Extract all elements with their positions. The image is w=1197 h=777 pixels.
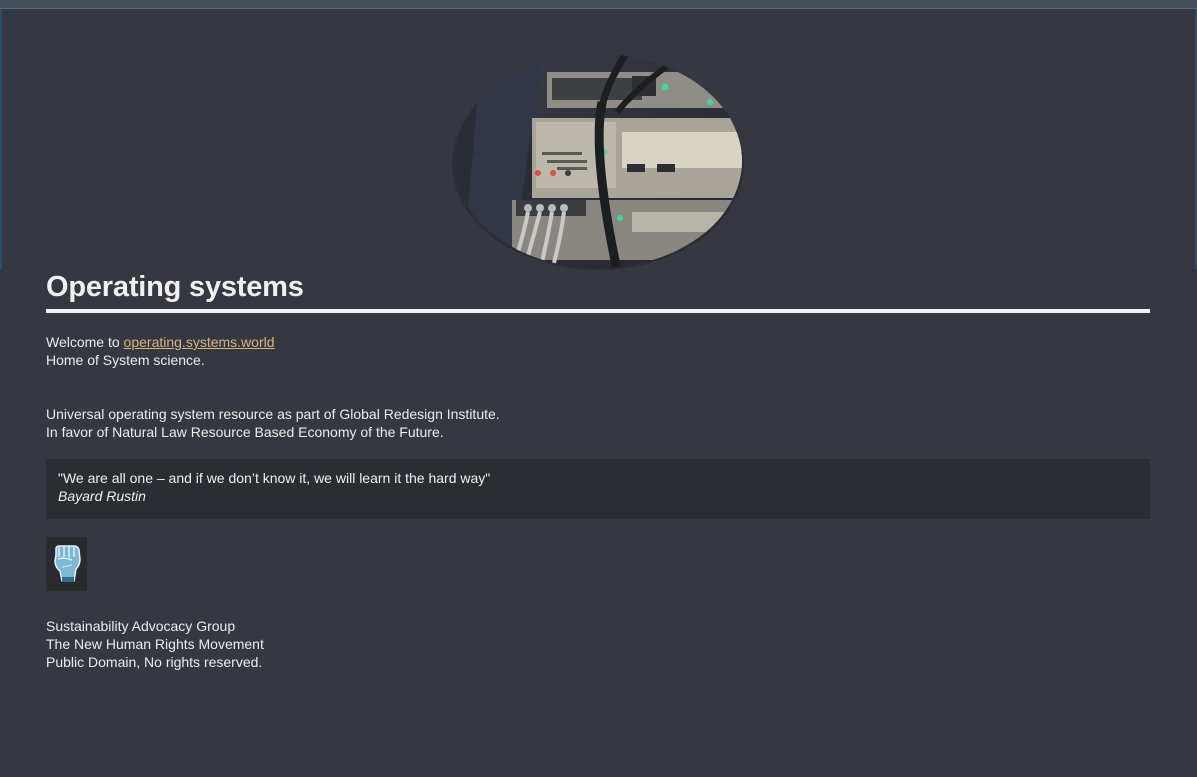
welcome-section: Welcome to operating.systems.world Home … [46,333,1150,369]
left-edge-accent [0,9,2,269]
footer-line-2: The New Human Rights Movement [46,636,264,652]
welcome-prefix: Welcome to [46,334,124,350]
tagline: Home of System science. [46,352,205,368]
footer-line-1: Sustainability Advocacy Group [46,618,236,634]
quote-author: Bayard Rustin [58,488,146,504]
top-bar [0,0,1197,9]
title-divider [46,309,1150,313]
about-section: Universal operating system resource as p… [46,405,1150,441]
quote-text: "We are all one – and if we don’t know i… [58,470,491,486]
page-title: Operating systems [46,271,304,303]
main-content: Operating systems Welcome to operating.s… [46,268,1150,671]
welcome-line: Welcome to operating.systems.world [46,333,1150,351]
site-link[interactable]: operating.systems.world [124,334,275,350]
badge[interactable] [46,537,87,591]
footer-line-3: Public Domain, No rights reserved. [46,654,263,670]
raised-fist-icon [53,545,81,582]
footer-section: Sustainability Advocacy Group The New Hu… [46,617,1150,671]
about-line-1: Universal operating system resource as p… [46,406,500,422]
page: Operating systems Welcome to operating.s… [0,0,1197,777]
about-line-2: In favor of Natural Law Resource Based E… [46,424,444,440]
server-rack-image [452,54,744,270]
quote-block: "We are all one – and if we don’t know i… [46,459,1150,519]
